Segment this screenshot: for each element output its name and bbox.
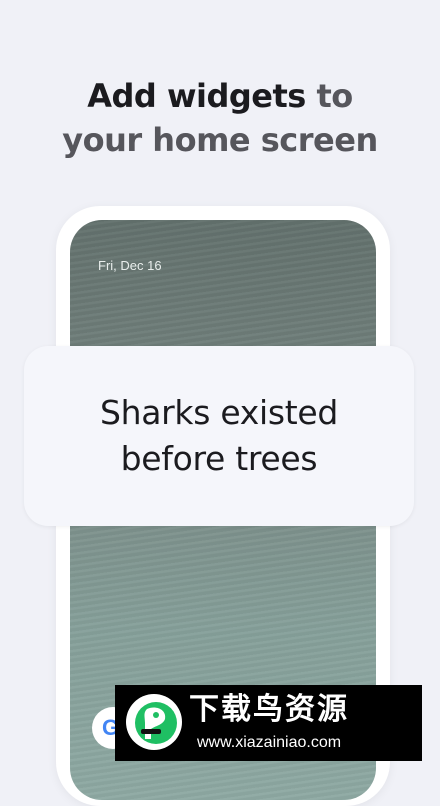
headline-line-1: Add widgets to [0, 74, 440, 118]
bird-logo-icon [126, 694, 182, 750]
watermark-banner: 下载鸟资源 www.xiazainiao.com [115, 685, 422, 761]
watermark-title: 下载鸟资源 [189, 692, 349, 727]
watermark-url: www.xiazainiao.com [197, 734, 342, 751]
fact-widget-card[interactable]: Sharks existed before trees [24, 346, 414, 526]
headline-line-2: your home screen [62, 121, 378, 159]
date-text: Fri, Dec 16 [98, 258, 162, 273]
fact-line-2: before trees [120, 439, 318, 478]
headline-muted-text: to [305, 77, 353, 115]
fact-text: Sharks existed before trees [100, 390, 338, 482]
headline: Add widgets to your home screen [0, 74, 440, 162]
headline-bold-text: Add widgets [87, 77, 306, 115]
fact-line-1: Sharks existed [99, 393, 339, 432]
